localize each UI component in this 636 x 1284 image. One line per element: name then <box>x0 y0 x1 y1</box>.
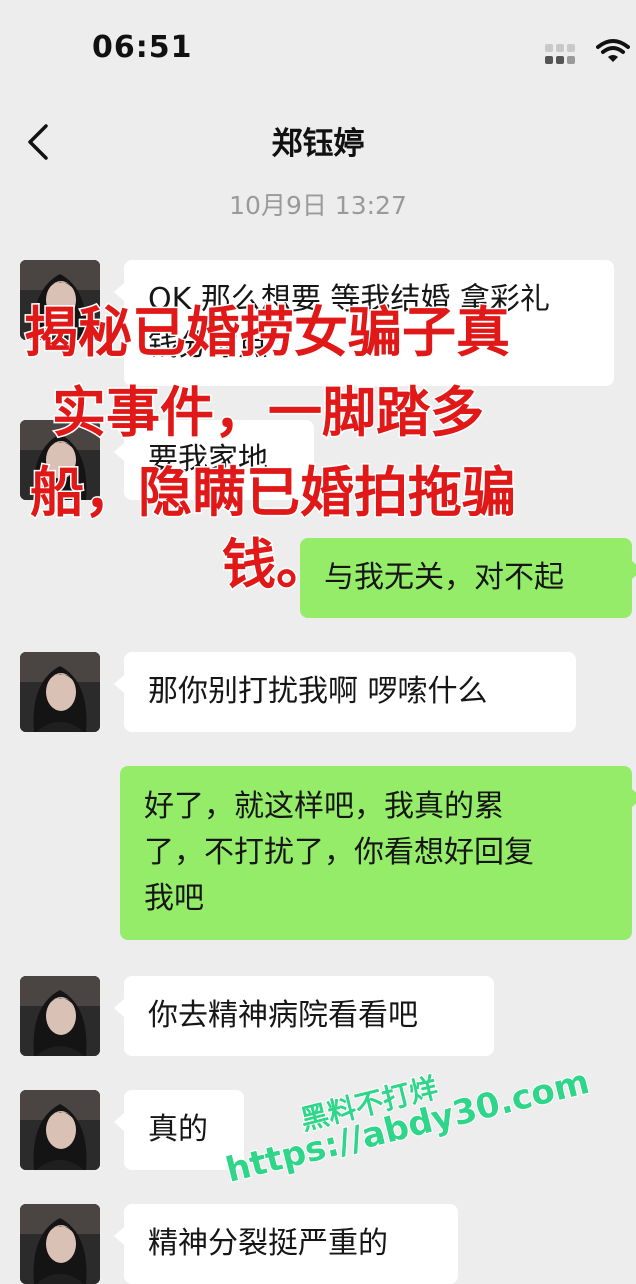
wifi-icon <box>596 38 630 64</box>
incoming-message-bubble[interactable]: OK 那么想要 等我结婚 拿彩礼 钱分你点 <box>114 260 614 386</box>
bubble-tail <box>114 674 125 694</box>
signal-bars-icon <box>545 44 585 66</box>
avatar[interactable] <box>20 260 100 340</box>
message-text-line: 要我家地 <box>148 442 268 477</box>
message-text-line: 好了，就这样吧，我真的累 <box>144 789 504 824</box>
watermark-text: 黑料不打烊 <box>296 1070 442 1138</box>
message-text-line: OK 那么想要 等我结婚 拿彩礼 <box>148 282 550 317</box>
message-text-line: 钱分你点 <box>148 328 268 363</box>
incoming-message-bubble[interactable]: 你去精神病院看看吧 <box>114 976 494 1056</box>
outgoing-message-bubble[interactable]: 好了，就这样吧，我真的累 了，不打扰了，你看想好回复 我吧 <box>120 766 636 940</box>
outgoing-message-bubble[interactable]: 与我无关，对不起 <box>300 538 636 618</box>
avatar[interactable] <box>20 1090 100 1170</box>
status-bar: 06:51 <box>0 0 636 100</box>
message-text-line: 你去精神病院看看吧 <box>148 998 418 1033</box>
bubble-tail <box>114 1226 125 1246</box>
incoming-message-bubble[interactable]: 那你别打扰我啊 啰嗦什么 <box>114 652 576 732</box>
avatar[interactable] <box>20 1204 100 1284</box>
message-text-line: 与我无关，对不起 <box>324 560 564 595</box>
message-text-line: 真的 <box>148 1112 208 1147</box>
incoming-message-bubble[interactable]: 要我家地 <box>114 420 314 500</box>
avatar[interactable] <box>20 652 100 732</box>
incoming-message-bubble[interactable]: 真的 <box>114 1090 244 1170</box>
chat-header: 郑钰婷 <box>0 100 636 180</box>
chat-title: 郑钰婷 <box>271 126 365 162</box>
avatar[interactable] <box>20 420 100 500</box>
incoming-message-bubble[interactable]: 精神分裂挺严重的 <box>114 1204 458 1284</box>
bubble-tail <box>631 788 636 808</box>
bubble-tail <box>631 560 636 580</box>
bubble-tail <box>114 442 125 462</box>
message-timestamp: 10月9日 13:27 <box>229 191 407 220</box>
message-text-line: 精神分裂挺严重的 <box>148 1226 388 1261</box>
bubble-tail <box>114 998 125 1018</box>
watermark-url: https://abdy30.com <box>221 1061 594 1192</box>
message-text-line: 那你别打扰我啊 啰嗦什么 <box>148 674 488 709</box>
message-text-line: 我吧 <box>144 881 204 916</box>
status-time: 06:51 <box>92 30 193 65</box>
bubble-tail <box>114 1112 125 1132</box>
avatar[interactable] <box>20 976 100 1056</box>
message-text-line: 了，不打扰了，你看想好回复 <box>144 835 534 870</box>
bubble-tail <box>114 282 125 302</box>
